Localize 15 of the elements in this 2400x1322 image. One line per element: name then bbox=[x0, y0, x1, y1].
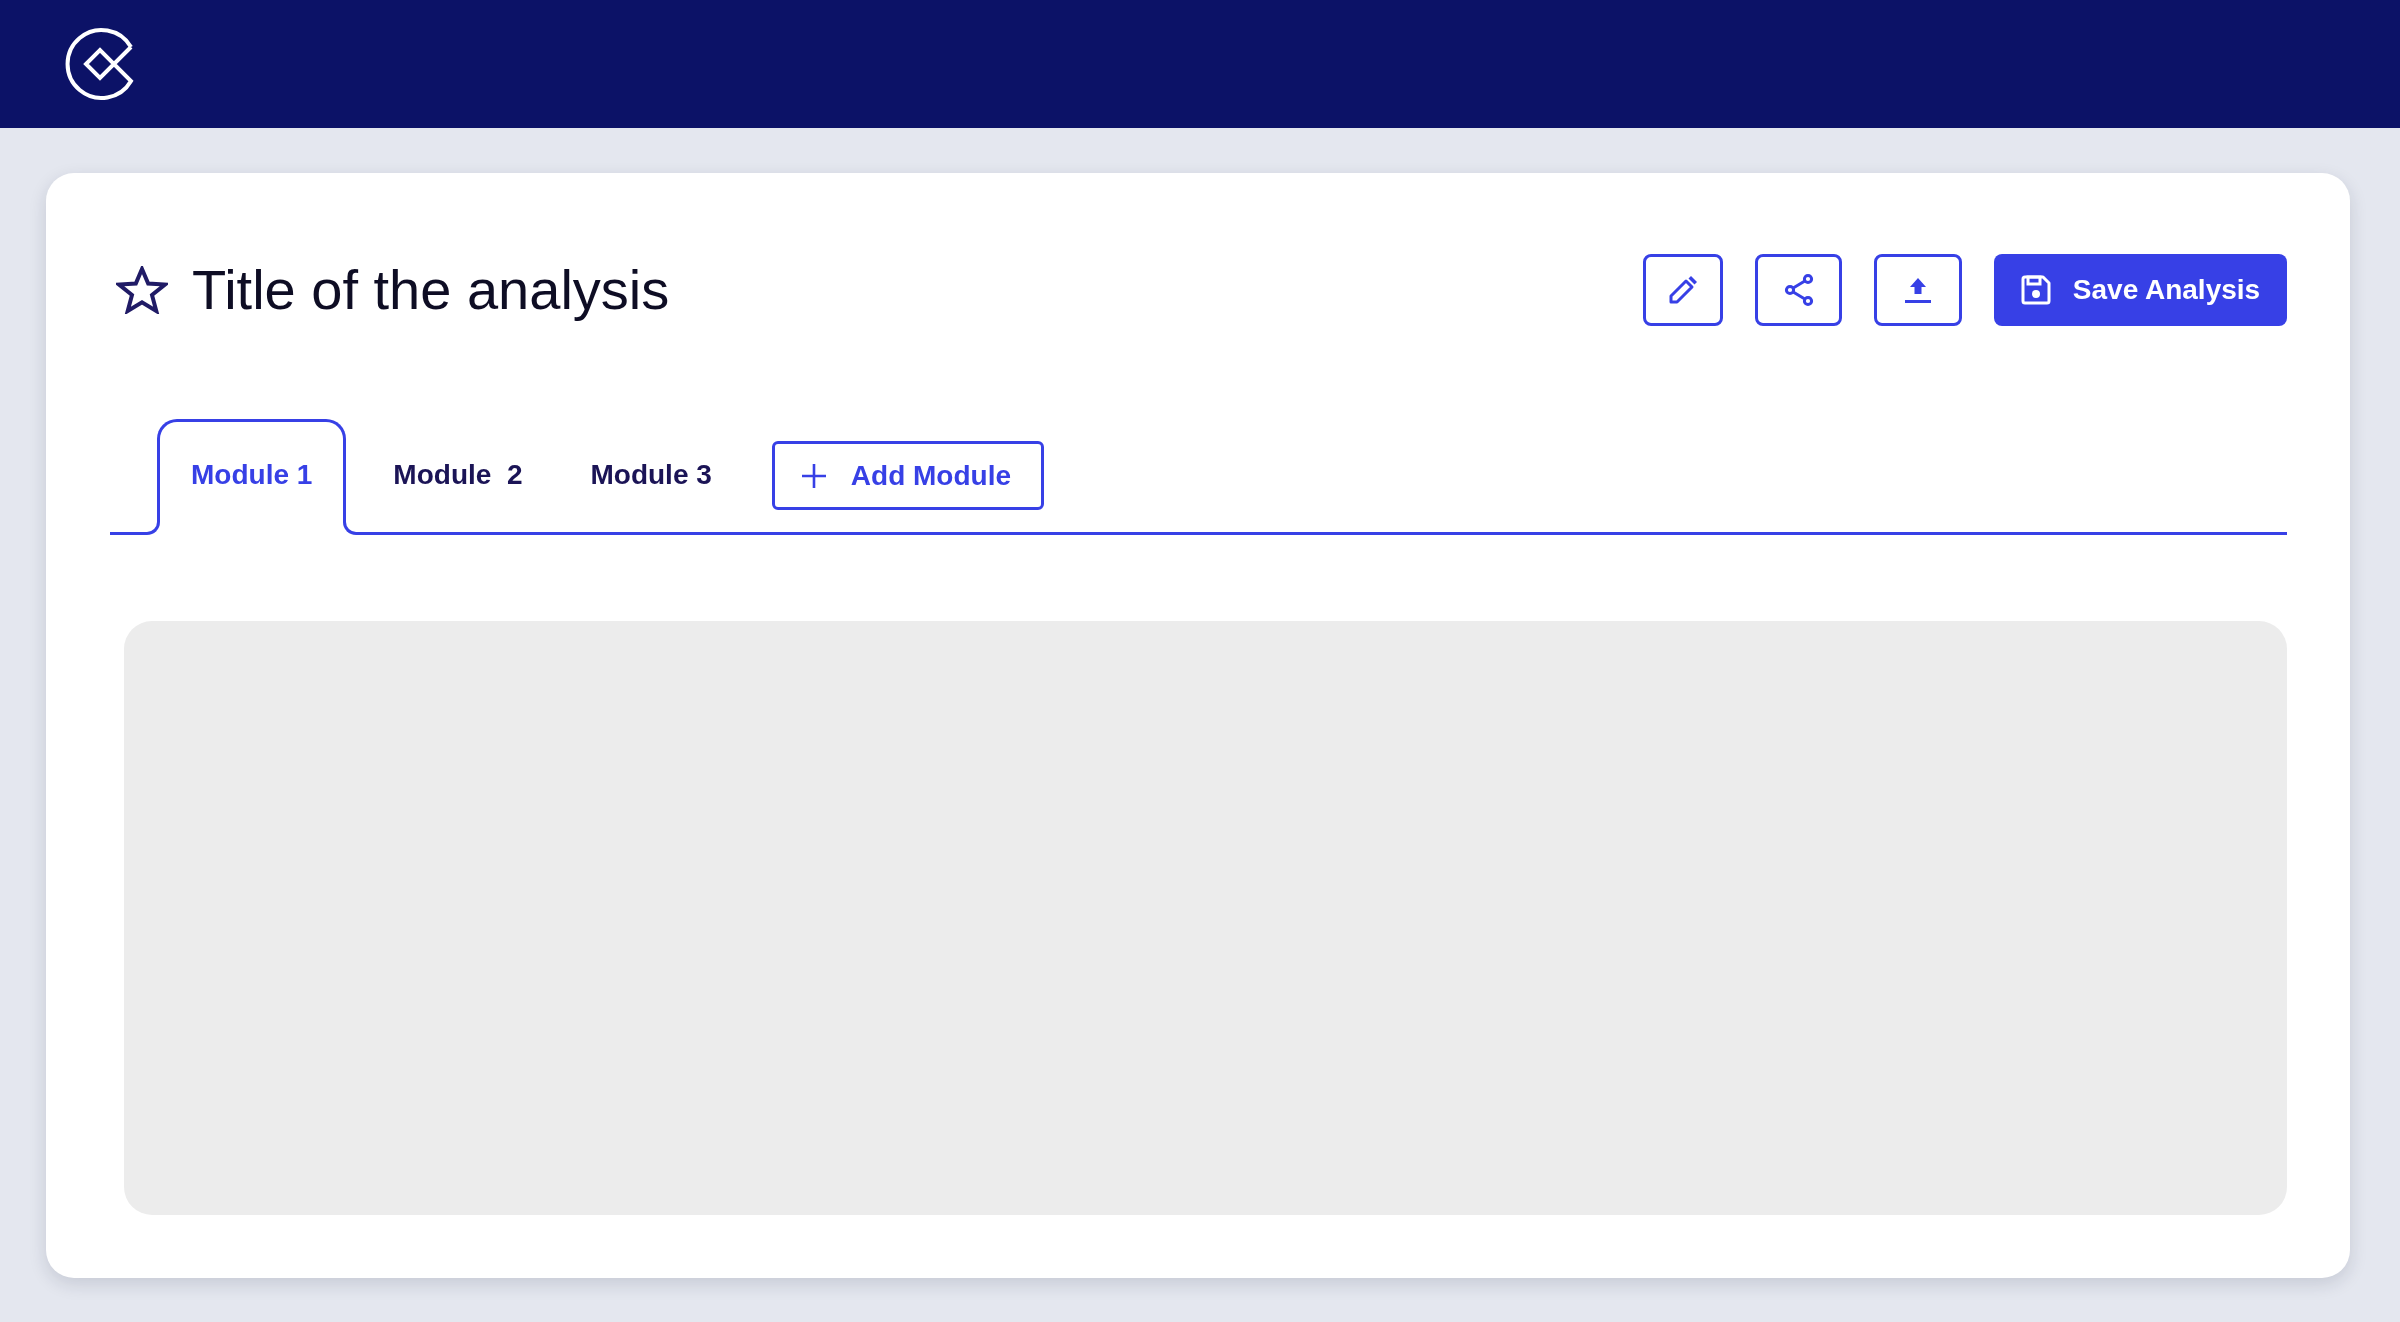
pencil-icon bbox=[1667, 274, 1699, 306]
analysis-title: Title of the analysis bbox=[192, 258, 670, 322]
share-button[interactable] bbox=[1755, 254, 1842, 326]
upload-icon bbox=[1904, 276, 1932, 304]
plus-icon bbox=[801, 463, 826, 488]
share-icon bbox=[1782, 273, 1815, 307]
logo-icon bbox=[64, 27, 136, 101]
add-module-button[interactable]: Add Module bbox=[771, 441, 1044, 510]
star-icon[interactable] bbox=[116, 266, 168, 314]
save-icon bbox=[2020, 275, 2051, 305]
tab[interactable]: Module 3 bbox=[556, 447, 746, 535]
edit-button[interactable] bbox=[1643, 254, 1723, 326]
tab[interactable]: Module 2 bbox=[359, 447, 557, 535]
save-analysis-button[interactable]: Save Analysis bbox=[1994, 254, 2287, 326]
upload-button[interactable] bbox=[1874, 254, 1962, 326]
